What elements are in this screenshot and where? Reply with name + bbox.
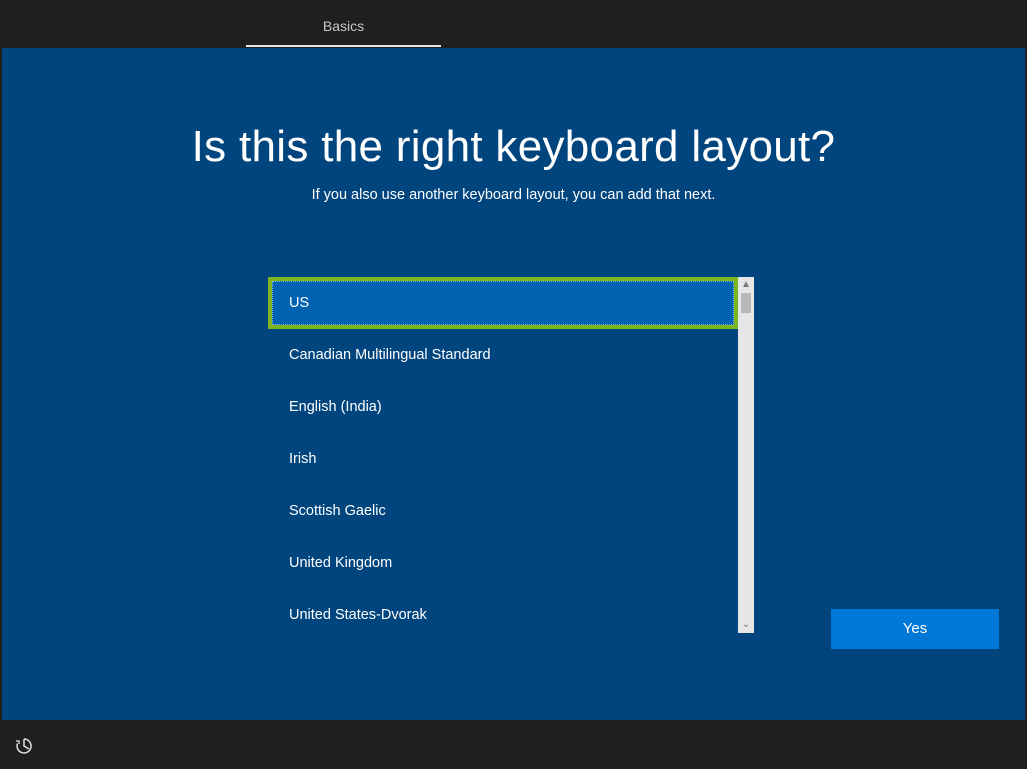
list-item-us[interactable]: US	[268, 277, 738, 329]
oobe-screen: Basics Is this the right keyboard layout…	[0, 0, 1027, 769]
list-item-irish[interactable]: Irish	[268, 433, 738, 485]
tab-active-indicator	[246, 45, 441, 47]
page-subtitle: If you also use another keyboard layout,…	[311, 187, 716, 203]
list-item-united-kingdom[interactable]: United Kingdom	[268, 537, 738, 589]
yes-button[interactable]: Yes	[831, 609, 999, 649]
keyboard-layout-items: US Canadian Multilingual Standard Englis…	[268, 277, 738, 633]
scroll-down-arrow-icon[interactable]: ⌄	[738, 617, 754, 633]
scroll-up-arrow-icon[interactable]: ▲	[738, 277, 754, 293]
scrollbar-thumb[interactable]	[741, 293, 751, 313]
list-item-united-states-dvorak[interactable]: United States-Dvorak	[268, 589, 738, 633]
list-item-canadian-multilingual-standard[interactable]: Canadian Multilingual Standard	[268, 329, 738, 381]
top-bar: Basics	[0, 0, 1027, 48]
ease-of-access-icon[interactable]	[14, 736, 34, 756]
bottom-bar	[0, 720, 1027, 769]
list-item-scottish-gaelic[interactable]: Scottish Gaelic	[268, 485, 738, 537]
tab-basics[interactable]: Basics	[246, 0, 441, 48]
page-title: Is this the right keyboard layout?	[191, 122, 836, 171]
list-scrollbar[interactable]: ▲ ⌄	[738, 277, 754, 633]
keyboard-layout-list[interactable]: US Canadian Multilingual Standard Englis…	[268, 277, 754, 633]
list-item-english-india[interactable]: English (India)	[268, 381, 738, 433]
